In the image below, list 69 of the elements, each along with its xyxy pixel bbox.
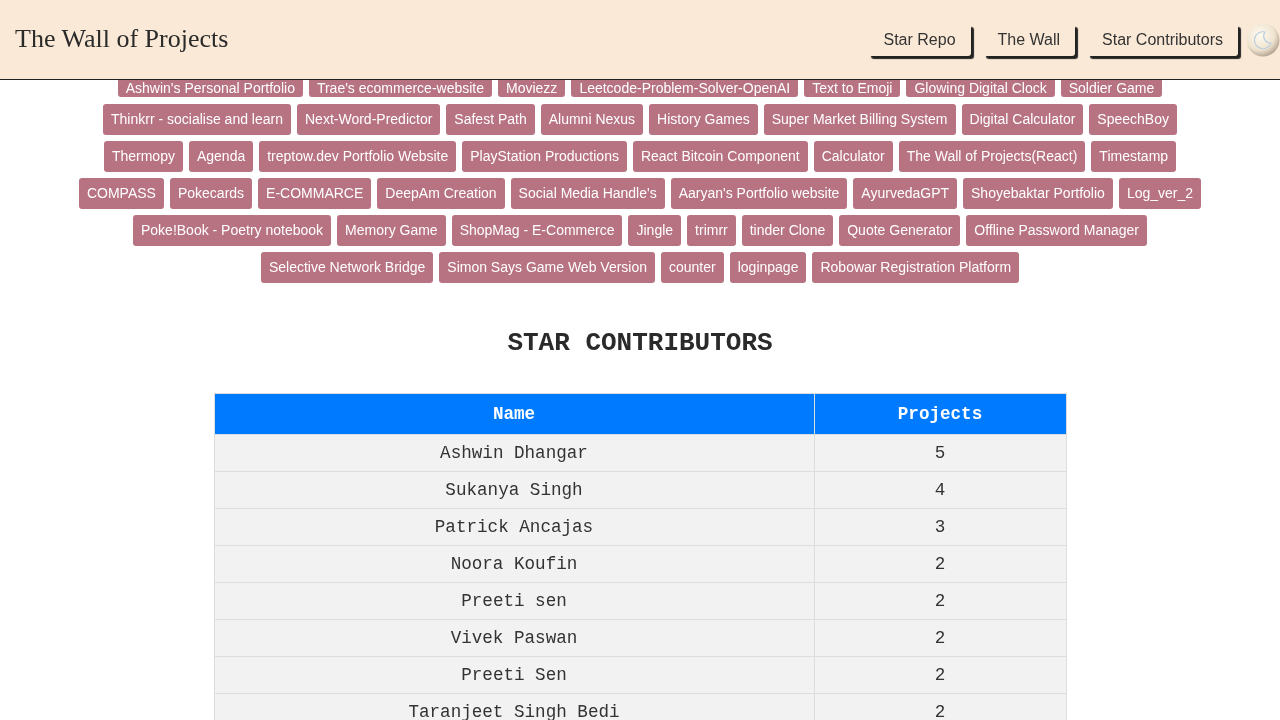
project-button[interactable]: Quote Generator	[839, 215, 961, 246]
project-button[interactable]: Thermopy	[103, 141, 183, 172]
project-button[interactable]: treptow.dev Portfolio Website	[259, 141, 457, 172]
moon-icon[interactable]	[1246, 22, 1280, 57]
project-button[interactable]: Super Market Billing System	[763, 104, 956, 135]
project-button[interactable]: Jingle	[628, 215, 682, 246]
column-header: Name	[214, 393, 814, 435]
project-button[interactable]: Aaryan's Portfolio website	[670, 178, 848, 209]
project-button[interactable]: Agenda	[188, 141, 254, 172]
project-button[interactable]: AyurvedaGPT	[853, 178, 957, 209]
project-button[interactable]: Text to Emoji	[804, 80, 901, 97]
project-button[interactable]: Social Media Handle's	[510, 178, 665, 209]
table-cell: Preeti Sen	[214, 656, 814, 694]
table-cell: 2	[814, 619, 1066, 657]
project-button[interactable]: Safest Path	[446, 104, 535, 135]
table-cell: Preeti sen	[214, 582, 814, 620]
table-cell: Noora Koufin	[214, 545, 814, 583]
project-button[interactable]: ShopMag - E-Commerce	[451, 215, 623, 246]
project-button[interactable]: The Wall of Projects(React)	[898, 141, 1086, 172]
project-button[interactable]: loginpage	[729, 252, 807, 283]
project-button[interactable]: COMPASS	[78, 178, 164, 209]
nav-button[interactable]: Star Repo	[868, 23, 971, 56]
project-button[interactable]: Leetcode-Problem-Solver-OpenAI	[571, 80, 799, 97]
table-cell: 3	[814, 508, 1066, 546]
table-cell: 5	[814, 434, 1066, 472]
project-button[interactable]: trimrr	[687, 215, 736, 246]
project-button[interactable]: Poke!Book - Poetry notebook	[132, 215, 332, 246]
table-cell: Vivek Paswan	[214, 619, 814, 657]
project-button[interactable]: Selective Network Bridge	[260, 252, 434, 283]
project-button[interactable]: Memory Game	[337, 215, 446, 246]
table-cell: 2	[814, 693, 1066, 720]
site-title: The Wall of Projects	[15, 23, 229, 54]
project-button[interactable]: Thinkrr - socialise and learn	[103, 104, 291, 135]
project-button[interactable]: DeepAm Creation	[377, 178, 505, 209]
project-button[interactable]: Next-Word-Predictor	[297, 104, 441, 135]
table-cell: 2	[814, 656, 1066, 694]
project-button[interactable]: Simon Says Game Web Version	[439, 252, 655, 283]
project-button[interactable]: Shoyebaktar Portfolio	[963, 178, 1113, 209]
project-button[interactable]: E-COMMARCE	[258, 178, 372, 209]
project-button[interactable]: Calculator	[813, 141, 893, 172]
table-cell: 4	[814, 471, 1066, 509]
project-button[interactable]: SpeechBoy	[1089, 104, 1177, 135]
table-cell: Patrick Ancajas	[214, 508, 814, 546]
table-cell: Sukanya Singh	[214, 471, 814, 509]
project-button[interactable]: Pokecards	[169, 178, 253, 209]
project-button[interactable]: Alumni Nexus	[540, 104, 644, 135]
project-button[interactable]: Timestamp	[1091, 141, 1177, 172]
section-heading: STAR CONTRIBUTORS	[506, 328, 774, 358]
project-button[interactable]: PlayStation Productions	[462, 141, 627, 172]
project-button[interactable]: Robowar Registration Platform	[812, 252, 1020, 283]
project-button[interactable]: Moviezz	[498, 80, 566, 97]
project-button[interactable]: Digital Calculator	[961, 104, 1084, 135]
table-cell: Taranjeet Singh Bedi	[214, 693, 814, 720]
nav-button[interactable]: The Wall	[982, 23, 1076, 56]
nav-button[interactable]: Star Contributors	[1087, 23, 1238, 56]
table-cell: Ashwin Dhangar	[214, 434, 814, 472]
project-button[interactable]: counter	[661, 252, 724, 283]
project-button[interactable]: History Games	[649, 104, 758, 135]
table-cell: 2	[814, 545, 1066, 583]
project-button[interactable]: Ashwin's Personal Portfolio	[117, 80, 303, 97]
project-button[interactable]: Glowing Digital Clock	[906, 80, 1055, 97]
project-button[interactable]: tinder Clone	[741, 215, 834, 246]
project-button[interactable]: Soldier Game	[1060, 80, 1163, 97]
table-cell: 2	[814, 582, 1066, 620]
project-button[interactable]: Log_ver_2	[1118, 178, 1202, 209]
project-button[interactable]: React Bitcoin Component	[632, 141, 808, 172]
project-button[interactable]: Trae's ecommerce-website	[308, 80, 492, 97]
column-header: Projects	[814, 393, 1066, 435]
project-button[interactable]: Offline Password Manager	[966, 215, 1147, 246]
